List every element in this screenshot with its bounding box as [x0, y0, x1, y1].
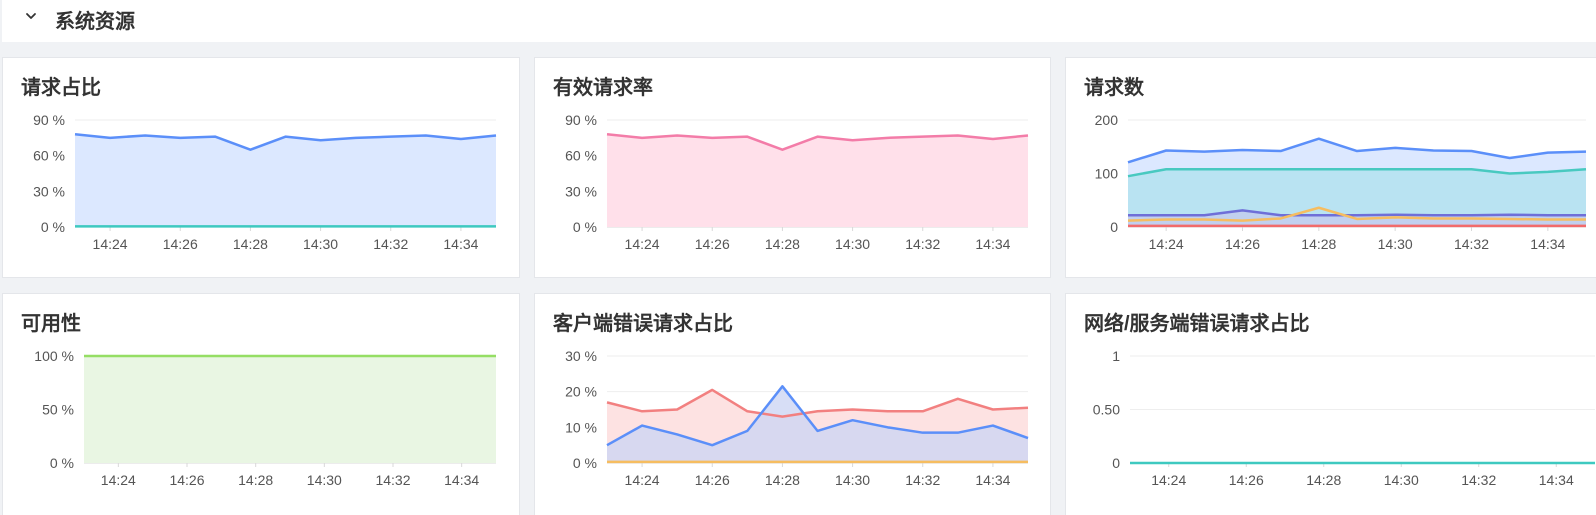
x-tick-label: 14:28 [765, 472, 800, 488]
y-tick-label: 20 % [565, 384, 597, 400]
y-tick-label: 1 [1112, 348, 1120, 364]
y-tick-label: 50 % [42, 402, 74, 418]
y-tick-label: 30 % [33, 183, 65, 199]
y-tick-label: 0 % [41, 219, 65, 235]
chart-card-availability: 可用性 100 % 50 % 0 % 14:24 14:26 14:28 14:30 14:3… [2, 293, 520, 515]
x-tick-label: 14:30 [1378, 236, 1413, 252]
chart-svg: 30 % 20 % 10 % 0 % 14:24 14:26 14:28 14:30 14:32… [565, 348, 1029, 488]
x-tick-label: 14:24 [625, 236, 660, 252]
chevron-down-icon[interactable] [24, 9, 38, 23]
x-tick-label: 14:32 [905, 472, 940, 488]
x-tick-label: 14:26 [695, 236, 730, 252]
x-tick-label: 14:32 [905, 236, 940, 252]
x-tick-label: 14:24 [101, 472, 136, 488]
chart-svg: 1 0.50 0 14:24 14:26 14:28 14:30 14:32 14:34 [1093, 348, 1595, 488]
chart-card-client-error-ratio: 客户端错误请求占比 30 % 20 % 10 % 0 % 14:24 14:26 14:28… [534, 293, 1051, 515]
chart-svg: 100 % 50 % 0 % 14:24 14:26 14:28 14:30 14:32 14:… [34, 348, 496, 488]
section-header[interactable]: 系统资源 [2, 0, 1596, 42]
y-tick-label: 200 [1095, 112, 1119, 128]
y-tick-label: 60 % [565, 148, 597, 164]
chart-svg: 90 % 60 % 30 % 0 % 14:24 14:26 14:28 14:30 14:32… [565, 112, 1029, 252]
x-tick-label: 14:30 [307, 472, 342, 488]
x-tick-label: 14:30 [303, 236, 338, 252]
x-tick-label: 14:26 [169, 472, 204, 488]
y-tick-label: 0 % [50, 455, 74, 471]
x-tick-label: 14:28 [765, 236, 800, 252]
y-tick-label: 0 [1110, 219, 1118, 235]
x-tick-label: 14:28 [233, 236, 268, 252]
x-tick-label: 14:34 [444, 472, 479, 488]
chart-card-server-error-ratio: 网络/服务端错误请求占比 1 0.50 0 14:24 14:26 14:28 14:30 1… [1065, 293, 1596, 515]
y-tick-label: 0.50 [1093, 402, 1120, 418]
chart-card-request-count: 请求数 200 100 0 14:24 14:26 14:28 14:30 14:32 14:3… [1065, 57, 1596, 278]
x-tick-label: 14:28 [1306, 472, 1341, 488]
x-tick-label: 14:32 [375, 472, 410, 488]
chart-svg: 200 100 0 14:24 14:26 14:28 14:30 14:32 14:34 [1095, 112, 1587, 252]
chart-card-request-ratio: 请求占比 90 % 60 % 30 % 0 % 14:24 14:26 14:28 14:30… [2, 57, 520, 278]
section-title: 系统资源 [55, 11, 135, 33]
chart-svg: 90 % 60 % 30 % 0 % 14:24 14:26 14:28 14:30 14:32… [33, 112, 497, 252]
series-area [75, 134, 496, 227]
x-tick-label: 14:34 [975, 472, 1010, 488]
y-tick-label: 60 % [33, 148, 65, 164]
x-tick-label: 14:34 [1539, 472, 1574, 488]
chart-card-valid-request-rate: 有效请求率 90 % 60 % 30 % 0 % 14:24 14:26 14:28 14:3… [534, 57, 1051, 278]
x-tick-label: 14:24 [625, 472, 660, 488]
x-tick-label: 14:32 [373, 236, 408, 252]
y-tick-label: 0 [1112, 455, 1120, 471]
x-tick-label: 14:32 [1454, 236, 1489, 252]
x-tick-label: 14:26 [695, 472, 730, 488]
y-tick-label: 100 % [34, 348, 74, 364]
x-tick-label: 14:24 [1151, 472, 1186, 488]
x-tick-label: 14:26 [1225, 236, 1260, 252]
y-tick-label: 30 % [565, 348, 597, 364]
series-area [84, 356, 496, 463]
y-tick-label: 90 % [565, 112, 597, 128]
x-tick-label: 14:34 [443, 236, 478, 252]
y-tick-label: 10 % [565, 419, 597, 435]
y-tick-label: 30 % [565, 183, 597, 199]
x-tick-label: 14:30 [835, 236, 870, 252]
series-area [607, 134, 1028, 227]
y-tick-label: 90 % [33, 112, 65, 128]
x-tick-label: 14:24 [93, 236, 128, 252]
x-tick-label: 14:30 [1384, 472, 1419, 488]
y-tick-label: 100 [1095, 166, 1119, 182]
x-tick-label: 14:26 [1229, 472, 1264, 488]
x-tick-label: 14:32 [1461, 472, 1496, 488]
y-tick-label: 0 % [573, 219, 597, 235]
x-tick-label: 14:28 [1301, 236, 1336, 252]
x-tick-label: 14:30 [835, 472, 870, 488]
x-tick-label: 14:34 [975, 236, 1010, 252]
x-tick-label: 14:34 [1530, 236, 1565, 252]
x-tick-label: 14:26 [163, 236, 198, 252]
y-tick-label: 0 % [573, 455, 597, 471]
x-tick-label: 14:24 [1149, 236, 1184, 252]
x-tick-label: 14:28 [238, 472, 273, 488]
